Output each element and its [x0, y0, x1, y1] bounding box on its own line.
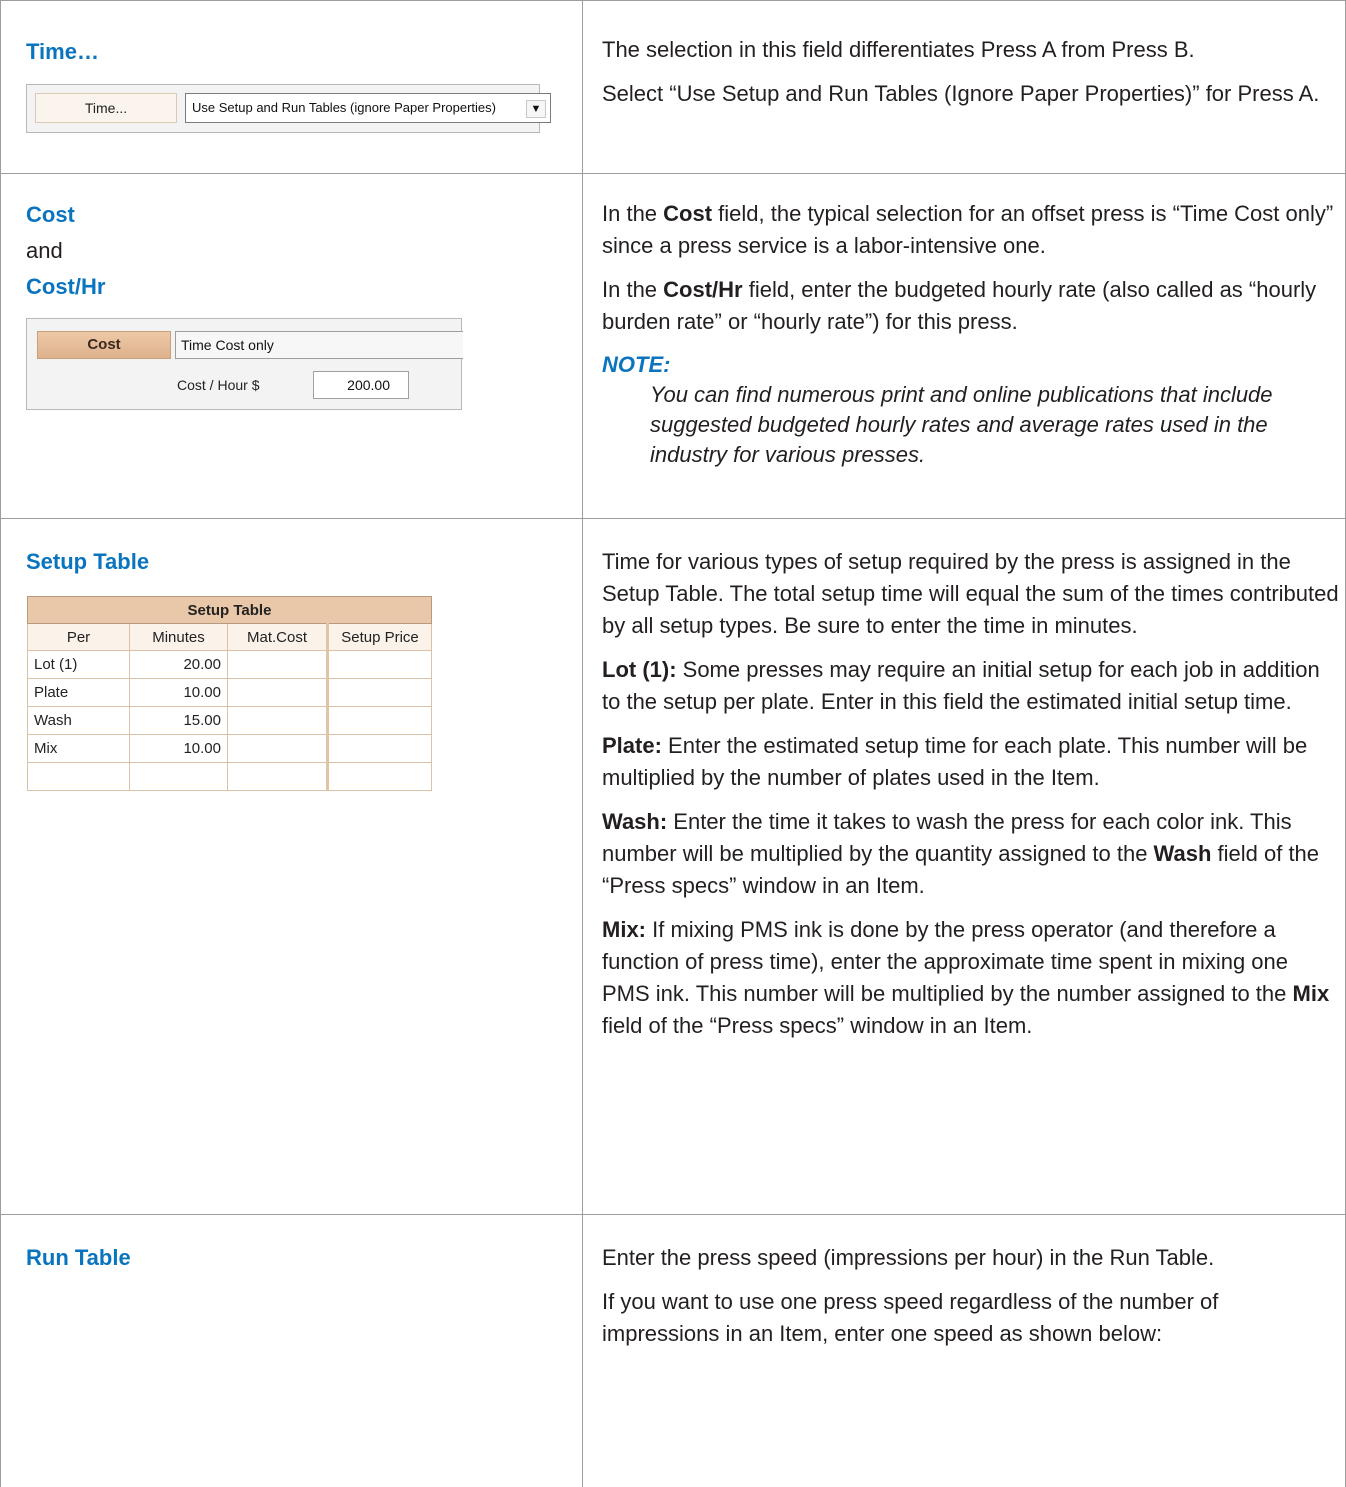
column-header-per: Per	[27, 623, 130, 651]
chevron-down-icon[interactable]: ▼	[526, 100, 546, 118]
table-row[interactable]: Lot (1) 20.00	[27, 650, 432, 679]
cost-description: In the Cost field, the typical selection…	[602, 198, 1337, 470]
setup-wash-paragraph: Wash: Enter the time it takes to wash th…	[602, 809, 1320, 898]
cost-paragraph-1: In the Cost field, the typical selection…	[602, 201, 1334, 258]
time-select-value: Use Setup and Run Tables (ignore Paper P…	[192, 100, 496, 115]
row-divider-3	[0, 1214, 1346, 1215]
table-border-left	[0, 0, 1, 1487]
cost-field-label: Cost	[37, 331, 171, 359]
cost-heading: Cost	[26, 202, 75, 227]
row-divider-1	[0, 173, 1346, 174]
cost-field-widget: Cost Time Cost only Cost / Hour $ 200.00	[26, 318, 463, 410]
time-description: The selection in this field differentiat…	[602, 34, 1332, 122]
table-cell[interactable]: 15.00	[129, 706, 228, 735]
table-cell[interactable]: 10.00	[129, 678, 228, 707]
table-cell[interactable]: Mix	[27, 734, 130, 763]
table-cell[interactable]	[327, 734, 432, 763]
setup-lot-paragraph: Lot (1): Some presses may require an ini…	[602, 657, 1320, 714]
table-cell[interactable]	[227, 762, 329, 791]
document-page: Time… Time... Use Setup and Run Tables (…	[0, 0, 1346, 1487]
setup-table-caption: Setup Table	[27, 596, 432, 624]
table-cell[interactable]	[227, 650, 329, 679]
table-cell[interactable]	[227, 706, 329, 735]
time-paragraph-2: Select “Use Setup and Run Tables (Ignore…	[602, 81, 1320, 106]
setup-intro: Time for various types of setup required…	[602, 549, 1339, 638]
table-cell[interactable]	[327, 678, 432, 707]
setup-table-heading: Setup Table	[26, 549, 150, 574]
table-cell[interactable]	[227, 678, 329, 707]
table-row[interactable]: Plate 10.00	[27, 678, 432, 707]
row-divider-2	[0, 518, 1346, 519]
column-divider	[582, 0, 583, 1487]
table-cell[interactable]	[327, 706, 432, 735]
and-text: and	[26, 238, 63, 263]
table-cell[interactable]	[327, 762, 432, 791]
setup-plate-paragraph: Plate: Enter the estimated setup time fo…	[602, 733, 1308, 790]
note-text: You can find numerous print and online p…	[650, 382, 1273, 467]
time-select[interactable]: Use Setup and Run Tables (ignore Paper P…	[185, 93, 551, 123]
cost-heading-block: Cost and Cost/Hr	[26, 197, 105, 305]
table-row[interactable]	[27, 762, 432, 791]
time-paragraph-1: The selection in this field differentiat…	[602, 37, 1195, 62]
costhr-input[interactable]: 200.00	[313, 371, 409, 399]
time-field-label: Time...	[35, 93, 177, 123]
table-cell[interactable]: Plate	[27, 678, 130, 707]
table-row[interactable]: Wash 15.00	[27, 706, 432, 735]
table-cell[interactable]	[227, 734, 329, 763]
costhr-field-label: Cost / Hour $	[177, 377, 260, 393]
run-description: Enter the press speed (impressions per h…	[602, 1242, 1332, 1362]
setup-mix-paragraph: Mix: If mixing PMS ink is done by the pr…	[602, 917, 1330, 1038]
table-cell[interactable]	[129, 762, 228, 791]
table-cell[interactable]	[327, 650, 432, 679]
time-heading: Time…	[26, 39, 99, 64]
table-cell[interactable]: Wash	[27, 706, 130, 735]
cost-select[interactable]: Time Cost only	[175, 331, 463, 359]
table-row[interactable]: Mix 10.00	[27, 734, 432, 763]
run-table-heading: Run Table	[26, 1245, 131, 1270]
run-paragraph-2: If you want to use one press speed regar…	[602, 1289, 1219, 1346]
note-title: NOTE:	[602, 352, 671, 377]
table-cell[interactable]: Lot (1)	[27, 650, 130, 679]
cost-paragraph-2: In the Cost/Hr field, enter the budgeted…	[602, 277, 1317, 334]
table-cell[interactable]: 20.00	[129, 650, 228, 679]
run-paragraph-1: Enter the press speed (impressions per h…	[602, 1245, 1215, 1270]
time-field-widget: Time... Use Setup and Run Tables (ignore…	[26, 84, 551, 133]
table-cell[interactable]	[27, 762, 130, 791]
setup-description: Time for various types of setup required…	[602, 546, 1340, 1054]
column-header-minutes: Minutes	[129, 623, 228, 651]
row-divider-top	[0, 0, 1346, 1]
table-cell[interactable]: 10.00	[129, 734, 228, 763]
column-header-matcost: Mat.Cost	[227, 623, 329, 651]
column-header-setup-price: Setup Price	[327, 623, 432, 651]
costhr-heading: Cost/Hr	[26, 274, 106, 299]
setup-table: Setup Table Per Minutes Mat.Cost Setup P…	[27, 596, 432, 791]
